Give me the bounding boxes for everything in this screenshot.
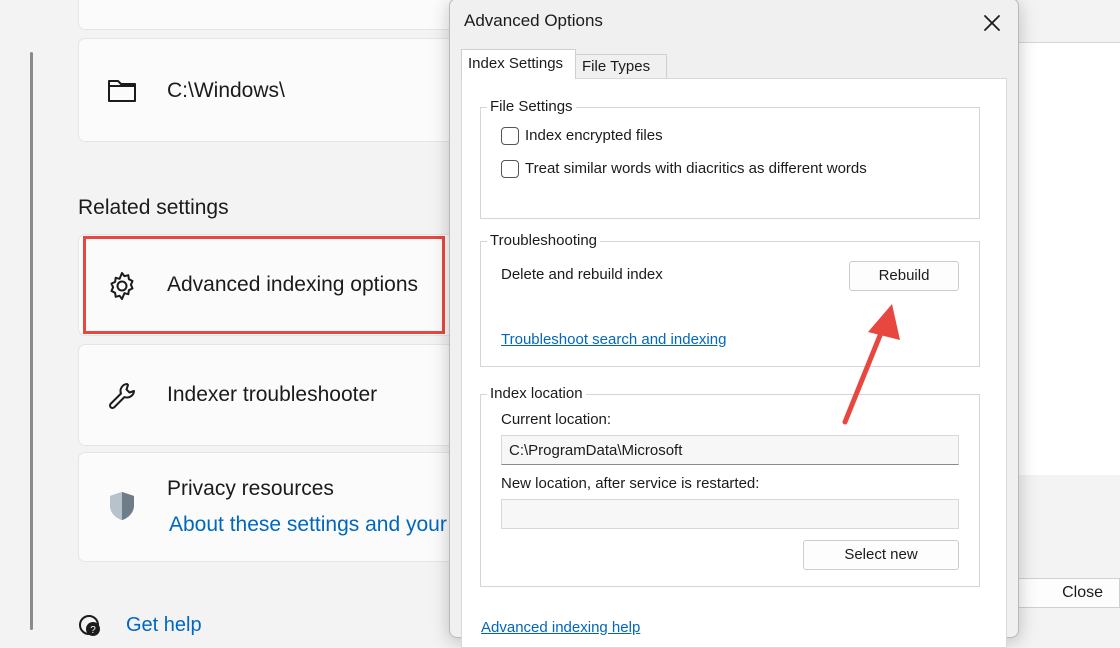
folder-icon [108,80,136,102]
help-chat-icon: ? [79,615,100,636]
annotation-arrow [842,304,900,425]
advanced-indexing-help-link[interactable]: Advanced indexing help [481,619,640,636]
privacy-settings-link[interactable]: About these settings and your [169,513,447,537]
settings-card-top [78,0,478,30]
current-location-label: Current location: [501,411,612,428]
file-settings-group: File Settings Index encrypted files Trea… [480,98,980,219]
shield-icon [110,492,134,520]
troubleshoot-link[interactable]: Troubleshoot search and indexing [501,331,726,348]
index-encrypted-checkbox[interactable] [501,127,519,145]
indexed-folder-card[interactable]: C:\Windows\ [78,38,478,142]
close-icon[interactable] [978,9,1006,37]
indexer-troubleshooter-label: Indexer troubleshooter [167,383,378,406]
scrollbar[interactable] [30,52,33,630]
dialog-title: Advanced Options [464,11,603,30]
privacy-resources-title: Privacy resources [167,477,334,500]
new-location-label: New location, after service is restarted… [501,475,760,492]
background-close-label: Close [1062,584,1103,601]
annotation-highlight-box [83,236,445,334]
privacy-resources-card: Privacy resources About these settings a… [78,452,478,562]
file-settings-legend: File Settings [487,98,576,115]
diacritics-checkbox[interactable] [501,160,519,178]
tab-index-settings[interactable]: Index Settings [461,49,576,79]
background-window-pane [1016,42,1120,475]
background-close-button[interactable]: Close [1014,578,1120,608]
troubleshooting-legend: Troubleshooting [487,232,601,249]
index-encrypted-label: Index encrypted files [525,127,663,144]
folder-path: C:\Windows\ [167,79,285,102]
select-new-button[interactable]: Select new [803,540,959,570]
diacritics-label: Treat similar words with diacritics as d… [525,160,867,177]
indexer-troubleshooter-card[interactable]: Indexer troubleshooter [78,344,478,446]
new-location-field [501,499,959,529]
wrench-icon [109,383,135,409]
index-location-legend: Index location [487,385,586,402]
related-settings-heading: Related settings [78,196,229,219]
rebuild-button[interactable]: Rebuild [849,261,959,291]
svg-text:?: ? [90,625,96,636]
tab-file-types[interactable]: File Types [576,54,667,79]
advanced-options-dialog: Advanced Options Index Settings File Typ… [449,0,1019,648]
delete-rebuild-label: Delete and rebuild index [501,266,663,283]
get-help-link[interactable]: Get help [126,614,202,637]
